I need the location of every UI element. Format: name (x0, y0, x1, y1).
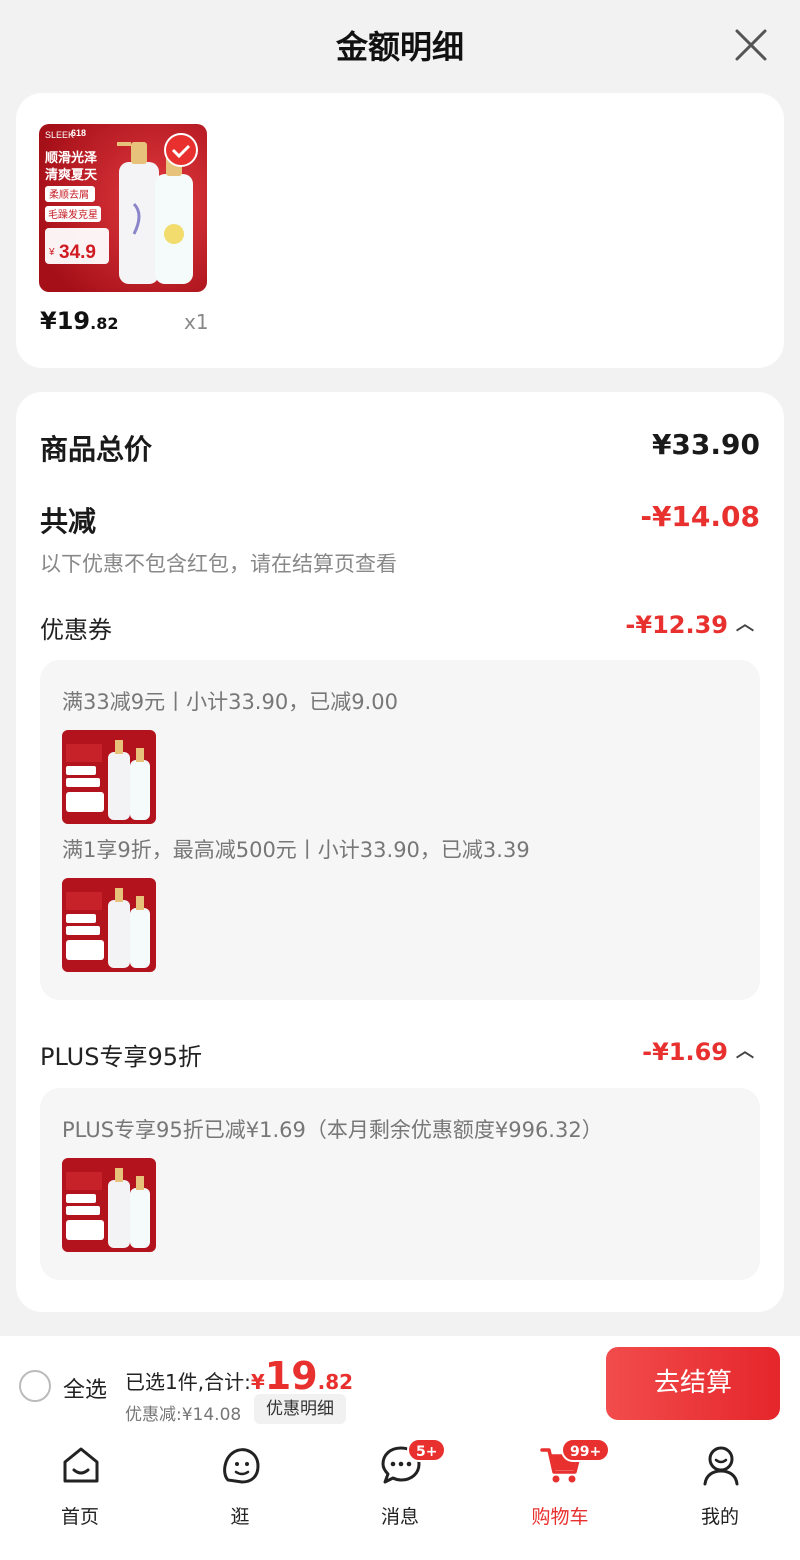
chevron-up-icon: ︿ (736, 1041, 754, 1062)
tab-cart[interactable]: 99+ 购物车 (505, 1438, 615, 1542)
coupon-item-2-thumbnail (62, 878, 156, 972)
tab-messages-label: 消息 (380, 1506, 419, 1528)
tab-home[interactable]: 首页 (25, 1442, 135, 1542)
home-icon (63, 1447, 99, 1483)
browse-icon (223, 1448, 260, 1484)
select-all-checkbox[interactable] (19, 1370, 51, 1402)
message-badge: 5+ (407, 1438, 447, 1462)
checkout-button[interactable]: 去结算 (606, 1347, 780, 1420)
order-total: ¥19.82 (250, 1354, 354, 1398)
product-slogan-1: 顺滑光泽 (45, 150, 98, 166)
order-summary: 已选1件,合计:¥19.82 (125, 1354, 353, 1398)
discount-hint: 以下优惠不包含红包，请在结算页查看 (40, 552, 397, 576)
coupon-item-1: 满33减9元丨小计33.90，已减9.00 (62, 690, 398, 714)
header: 金额明细 (0, 0, 800, 92)
price-detail-card: 商品总价 ¥33.90 共减 -¥14.08 以下优惠不包含红包，请在结算页查看… (16, 392, 784, 1312)
total-label: 商品总价 (40, 433, 153, 466)
selected-text: 已选1件,合计: (125, 1370, 251, 1394)
cart-badge: 99+ (561, 1438, 611, 1462)
plus-item-1-thumbnail (62, 1158, 156, 1252)
plus-item-1: PLUS专享95折已减¥1.69（本月剩余优惠额度¥996.32） (62, 1118, 603, 1142)
discount-summary: 优惠减:¥14.08 (125, 1405, 242, 1425)
close-icon[interactable] (734, 28, 768, 62)
product-promo-symbol: ¥ (48, 247, 55, 258)
product-brand: SLEEK (45, 130, 74, 140)
select-all-label[interactable]: 全选 (63, 1372, 107, 1404)
product-tag-1: 柔顺去屑 (49, 189, 89, 201)
tab-browse-label: 逛 (230, 1506, 250, 1528)
product-quantity: x1 (184, 310, 209, 334)
reduce-value: -¥14.08 (640, 500, 760, 533)
reduce-label: 共减 (40, 505, 97, 538)
coupon-toggle[interactable]: -¥12.39 ︿ (625, 610, 754, 639)
discount-detail-button[interactable]: 优惠明细 (254, 1394, 346, 1424)
coupon-value: -¥12.39 (625, 611, 728, 639)
tab-profile[interactable]: 我的 (665, 1442, 775, 1542)
product-promo-price: 34.9 (59, 242, 96, 263)
coupon-label: 优惠券 (40, 616, 112, 644)
tab-profile-label: 我的 (700, 1506, 739, 1528)
checkout-bar: 全选 已选1件,合计:¥19.82 优惠减:¥14.08 优惠明细 去结算 (0, 1336, 800, 1432)
total-value: ¥33.90 (651, 428, 760, 461)
tab-messages[interactable]: 5+ 消息 (345, 1438, 455, 1542)
page-title: 金额明细 (335, 28, 464, 66)
tab-browse[interactable]: 逛 (185, 1442, 295, 1542)
coupon-panel: 满33减9元丨小计33.90，已减9.00 满1享9折，最高减500元丨小计33… (40, 660, 760, 1000)
tab-cart-label: 购物车 (531, 1506, 589, 1528)
product-price: ¥19.82 (40, 307, 119, 335)
tab-bar: 首页 逛 5+ 消息 99+ 购物车 我的 (0, 1432, 800, 1560)
tab-home-label: 首页 (60, 1506, 99, 1528)
product-slogan-2: 清爽夏天 (45, 167, 98, 183)
product-event: 618 (71, 128, 86, 138)
chevron-up-icon: ︿ (736, 614, 754, 635)
plus-label: PLUS专享95折 (40, 1043, 202, 1071)
product-card: SLEEK 618 顺滑光泽 清爽夏天 柔顺去屑 毛躁发克星 ¥ 34.9 ¥1… (16, 93, 784, 368)
plus-value: -¥1.69 (642, 1038, 728, 1066)
profile-icon (703, 1446, 739, 1486)
product-tag-2: 毛躁发克星 (48, 208, 98, 221)
coupon-item-2: 满1享9折，最高减500元丨小计33.90，已减3.39 (62, 838, 530, 862)
plus-toggle[interactable]: -¥1.69 ︿ (642, 1037, 754, 1066)
plus-panel: PLUS专享95折已减¥1.69（本月剩余优惠额度¥996.32） (40, 1088, 760, 1280)
product-image[interactable]: SLEEK 618 顺滑光泽 清爽夏天 柔顺去屑 毛躁发克星 ¥ 34.9 (39, 124, 207, 292)
coupon-item-1-thumbnail (62, 730, 156, 824)
